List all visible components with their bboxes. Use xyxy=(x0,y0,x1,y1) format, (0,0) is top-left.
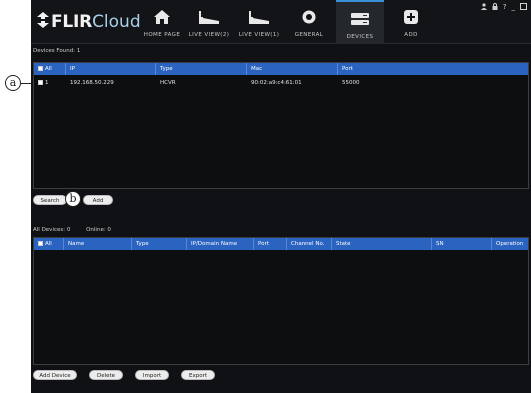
flir-cloud-window: FLIR Cloud HOME PAGE LIVE VIEW(2) LIVE VI… xyxy=(31,0,531,393)
all-devices-table: All Name Type IP/Domain Name Port Channe… xyxy=(33,237,529,365)
callout-b: b xyxy=(65,191,81,207)
row-port: 55000 xyxy=(342,80,360,86)
row-ip: 192.168.50.229 xyxy=(70,80,114,86)
add-button[interactable]: Add xyxy=(83,195,113,205)
column-port[interactable]: Port xyxy=(338,63,530,75)
add-device-button[interactable]: Add Device xyxy=(33,370,77,380)
camera-icon xyxy=(246,6,272,28)
devices-found-table: All IP Type Mac Port 1 192.168.50.229 HC… xyxy=(33,62,529,189)
column-type[interactable]: Type xyxy=(156,63,247,75)
flir-mark-icon xyxy=(37,12,49,32)
row-checkbox[interactable] xyxy=(38,80,43,85)
flir-cloud-logo: FLIR Cloud xyxy=(37,11,141,33)
row-type: HCVR xyxy=(160,80,176,86)
all-devices-caption: All Devices: 0 Online: 0 xyxy=(33,227,125,233)
column-ip[interactable]: IP xyxy=(66,63,156,75)
devices-found-header: All IP Type Mac Port xyxy=(34,63,528,75)
logo-suffix: Cloud xyxy=(92,12,141,32)
import-button[interactable]: Import xyxy=(135,370,169,380)
logo-brand: FLIR xyxy=(51,12,93,32)
callout-a: a xyxy=(5,75,21,91)
add-icon xyxy=(398,6,424,28)
row-number[interactable]: 1 xyxy=(34,77,66,89)
camera-icon xyxy=(196,6,222,28)
nav-general-label: GENERAL xyxy=(294,32,324,38)
export-button[interactable]: Export xyxy=(181,370,215,380)
lock-icon[interactable] xyxy=(492,3,498,12)
top-navigation-bar: FLIR Cloud HOME PAGE LIVE VIEW(2) LIVE VI… xyxy=(31,0,531,44)
nav-live-view-2-label: LIVE VIEW(2) xyxy=(188,32,230,38)
nav-home-page-label: HOME PAGE xyxy=(143,32,181,38)
row-mac: 90:02:a9:c4:61:01 xyxy=(251,80,302,86)
nav-live-view-2[interactable]: LIVE VIEW(2) xyxy=(186,0,232,44)
column-state[interactable]: State xyxy=(332,238,432,250)
column-mac[interactable]: Mac xyxy=(247,63,338,75)
column-operation[interactable]: Operation xyxy=(492,238,530,250)
home-icon xyxy=(149,6,175,28)
nav-home-page[interactable]: HOME PAGE xyxy=(141,0,183,44)
gear-icon xyxy=(296,6,322,28)
all-devices-header: All Name Type IP/Domain Name Port Channe… xyxy=(34,238,528,250)
column-port[interactable]: Port xyxy=(254,238,287,250)
minimize-icon[interactable]: _ xyxy=(512,3,516,12)
column-name[interactable]: Name xyxy=(64,238,132,250)
select-all-checkbox[interactable] xyxy=(38,66,43,71)
all-devices-count: All Devices: 0 xyxy=(33,227,71,233)
column-all[interactable]: All xyxy=(34,238,64,250)
column-all[interactable]: All xyxy=(34,63,66,75)
nav-add[interactable]: ADD xyxy=(391,0,431,44)
column-ip-domain[interactable]: IP/Domain Name xyxy=(187,238,254,250)
nav-general[interactable]: GENERAL xyxy=(289,0,329,44)
nav-live-view-1-label: LIVE VIEW(1) xyxy=(238,32,280,38)
column-type[interactable]: Type xyxy=(132,238,187,250)
nav-devices-label: DEVICES xyxy=(346,34,374,40)
dvr-icon xyxy=(347,8,373,30)
window-controls: ? _ xyxy=(480,3,527,12)
nav-add-label: ADD xyxy=(404,32,418,38)
column-sn[interactable]: SN xyxy=(432,238,492,250)
maximize-icon[interactable] xyxy=(520,3,527,12)
nav-devices[interactable]: DEVICES xyxy=(336,0,384,44)
column-channel-no[interactable]: Channel No. xyxy=(287,238,332,250)
select-all-checkbox[interactable] xyxy=(38,241,43,246)
devices-found-caption: Devices Found: 1 xyxy=(33,48,94,54)
online-count: Online: 0 xyxy=(86,227,111,233)
devices-found-count: Devices Found: 1 xyxy=(33,48,81,54)
delete-button[interactable]: Delete xyxy=(89,370,123,380)
help-icon[interactable]: ? xyxy=(503,3,507,12)
nav-live-view-1[interactable]: LIVE VIEW(1) xyxy=(236,0,282,44)
search-button[interactable]: Search xyxy=(33,195,67,205)
table-row[interactable]: 1 192.168.50.229 HCVR 90:02:a9:c4:61:01 … xyxy=(34,77,528,89)
user-icon[interactable] xyxy=(480,3,487,12)
